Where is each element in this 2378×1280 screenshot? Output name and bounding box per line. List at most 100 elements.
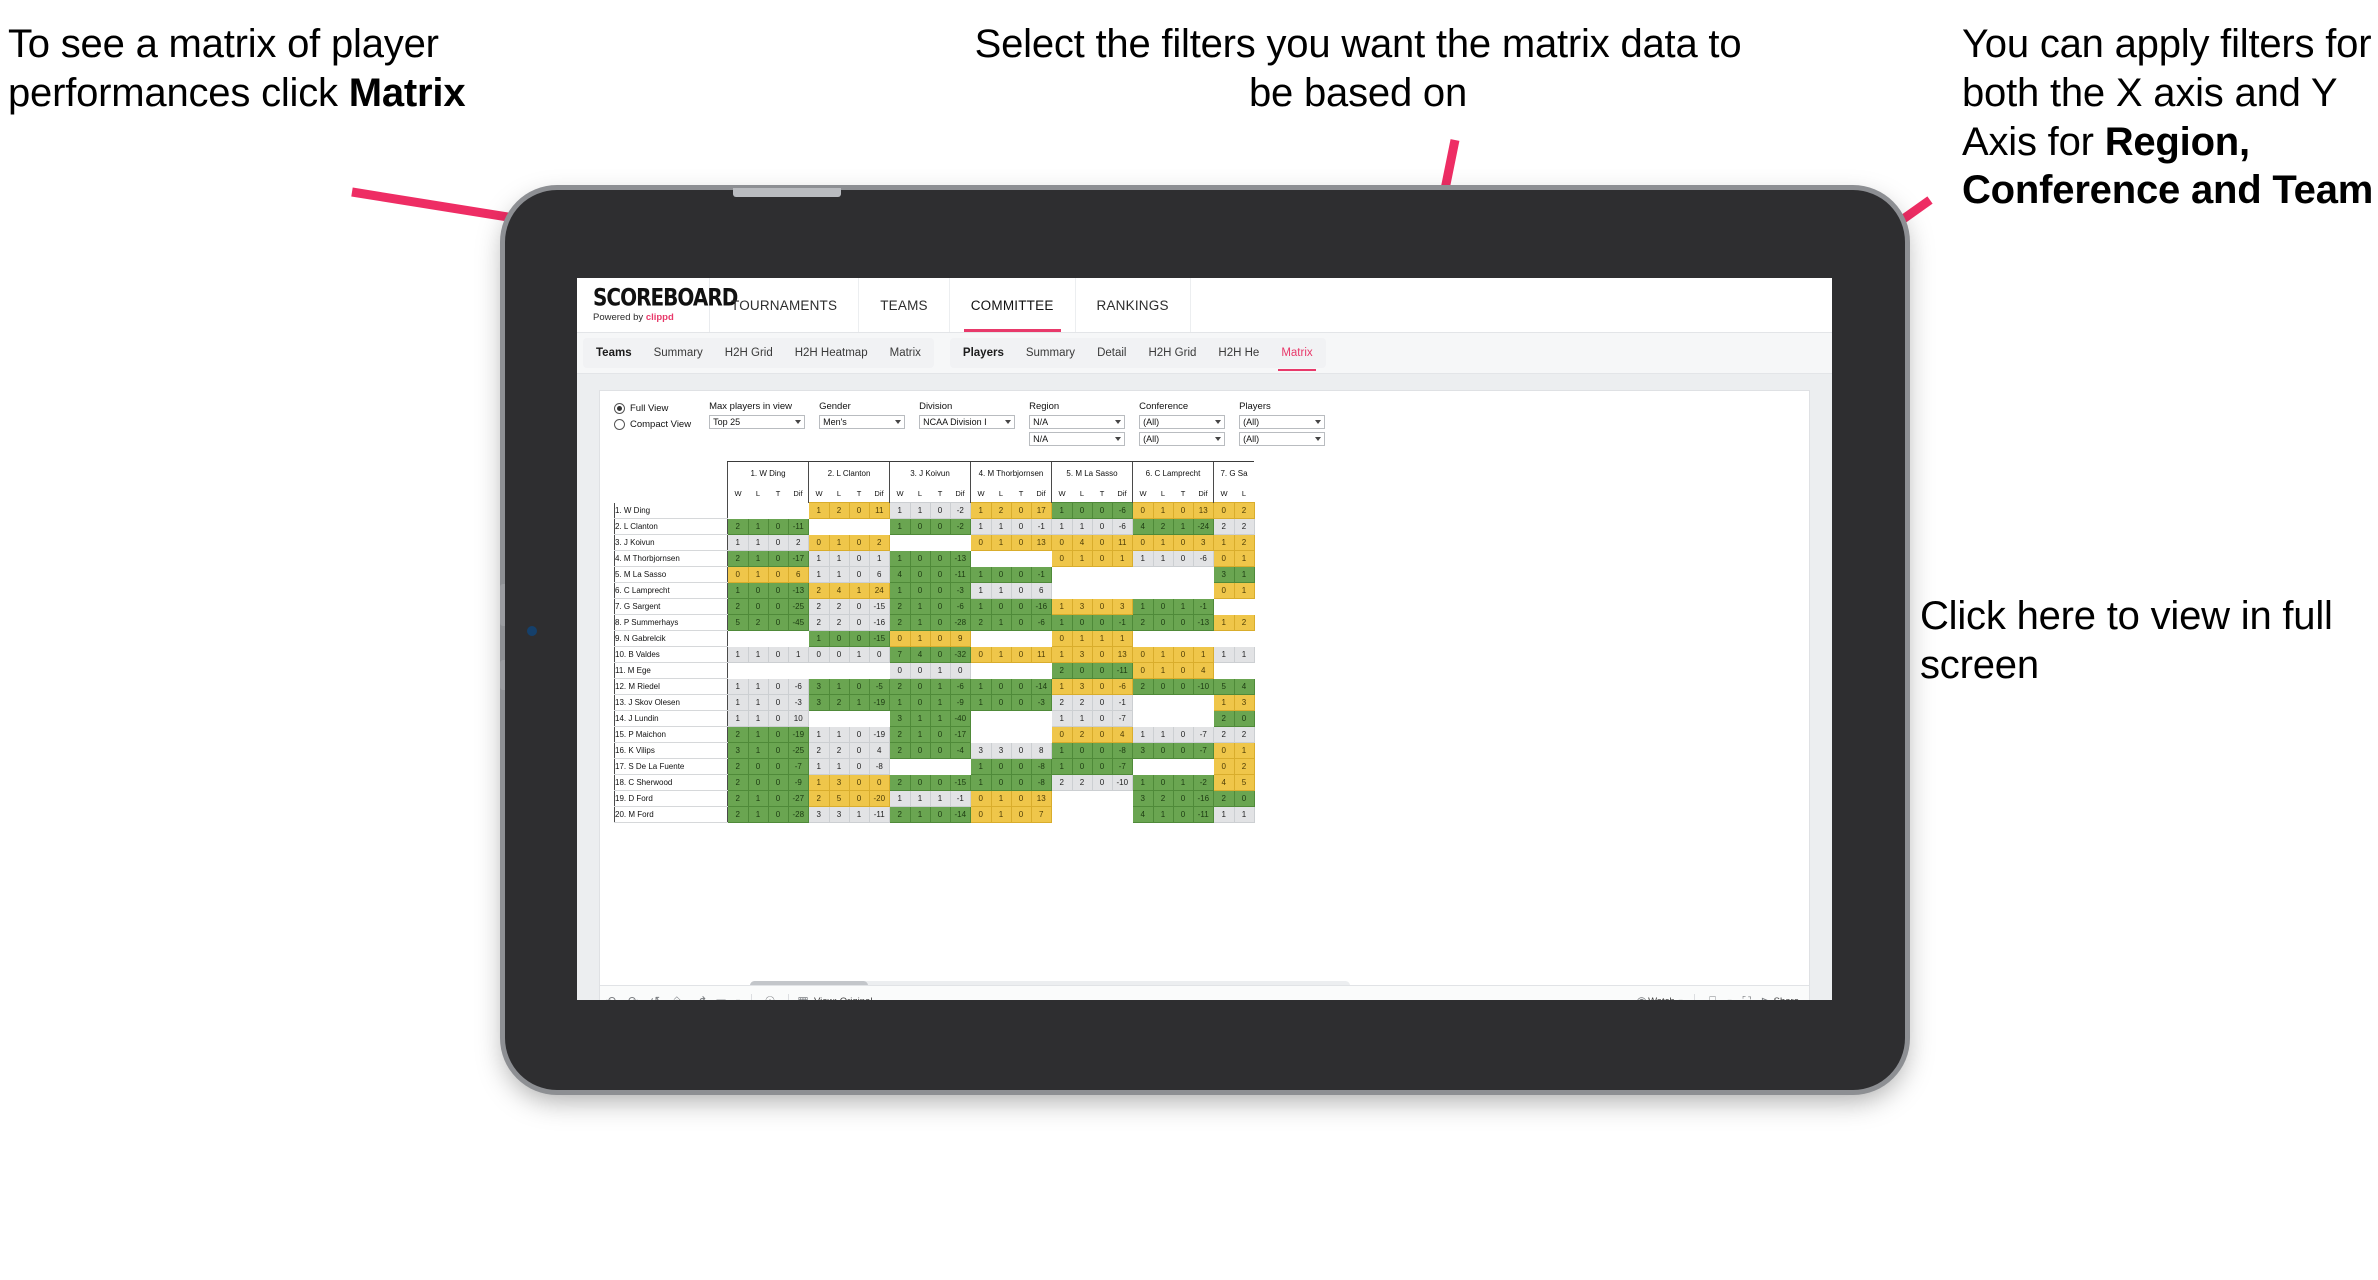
matrix-cell[interactable]: 1: [1152, 725, 1174, 743]
matrix-cell[interactable]: 0: [767, 693, 789, 711]
matrix-cell[interactable]: 0: [1010, 757, 1032, 775]
matrix-cell[interactable]: [990, 629, 1012, 647]
matrix-cell[interactable]: 0: [1091, 645, 1113, 663]
matrix-cell[interactable]: [787, 502, 809, 519]
matrix-cell[interactable]: 1: [868, 549, 890, 567]
matrix-cell[interactable]: 1: [889, 517, 911, 535]
matrix-cell[interactable]: 1: [1233, 549, 1255, 567]
matrix-cell[interactable]: [1091, 565, 1113, 583]
matrix-cell[interactable]: [808, 517, 830, 535]
matrix-cell[interactable]: 2: [727, 517, 749, 535]
matrix-cell[interactable]: [848, 517, 870, 535]
matrix-cell[interactable]: 1: [1132, 725, 1154, 743]
matrix-cell[interactable]: 0: [929, 502, 951, 519]
matrix-cell[interactable]: 1: [727, 677, 749, 695]
matrix-cell[interactable]: 1: [1132, 549, 1154, 567]
matrix-cell[interactable]: 2: [1071, 725, 1093, 743]
matrix-cell[interactable]: [1071, 581, 1093, 599]
matrix-cell[interactable]: 0: [970, 533, 992, 551]
matrix-cell[interactable]: -20: [868, 789, 890, 807]
matrix-cell[interactable]: [1132, 709, 1154, 727]
matrix-cell[interactable]: [1233, 661, 1255, 679]
matrix-cell[interactable]: 1: [828, 565, 850, 583]
matrix-cell[interactable]: [1111, 565, 1133, 583]
matrix-cell[interactable]: 0: [767, 789, 789, 807]
tab-teams-h2h-grid[interactable]: H2H Grid: [714, 338, 784, 368]
matrix-cell[interactable]: 0: [1091, 741, 1113, 759]
matrix-cell[interactable]: [1172, 565, 1194, 583]
matrix-cell[interactable]: -6: [1111, 517, 1133, 535]
matrix-cell[interactable]: 1: [828, 549, 850, 567]
matrix-cell[interactable]: [1233, 629, 1255, 647]
matrix-cell[interactable]: [889, 757, 911, 775]
matrix-cell[interactable]: -7: [1111, 757, 1133, 775]
matrix-cell[interactable]: [727, 629, 749, 647]
matrix-cell[interactable]: 1: [929, 709, 951, 727]
matrix-cell[interactable]: [1091, 805, 1113, 823]
matrix-cell[interactable]: 0: [848, 677, 870, 695]
matrix-cell[interactable]: 0: [990, 773, 1012, 791]
matrix-cell[interactable]: 2: [828, 597, 850, 615]
matrix-cell[interactable]: 1: [909, 789, 931, 807]
matrix-cell[interactable]: 1: [747, 565, 769, 583]
matrix-cell[interactable]: -1: [1192, 597, 1214, 615]
matrix-cell[interactable]: -6: [949, 677, 971, 695]
matrix-cell[interactable]: 0: [909, 581, 931, 599]
tab-teams-matrix[interactable]: Matrix: [879, 338, 932, 368]
matrix-cell[interactable]: 2: [727, 805, 749, 823]
matrix-cell[interactable]: 0: [1071, 613, 1093, 631]
matrix-cell[interactable]: [909, 533, 931, 551]
matrix-cell[interactable]: [787, 661, 809, 679]
matrix-cell[interactable]: -1: [949, 789, 971, 807]
matrix-cell[interactable]: 0: [808, 533, 830, 551]
matrix-cell[interactable]: [1192, 629, 1214, 647]
matrix-cell[interactable]: [1071, 565, 1093, 583]
matrix-cell[interactable]: -8: [1030, 773, 1052, 791]
matrix-cell[interactable]: -24: [1192, 517, 1214, 535]
matrix-cell[interactable]: 0: [1172, 613, 1194, 631]
matrix-cell[interactable]: 1: [747, 517, 769, 535]
matrix-cell[interactable]: 0: [767, 741, 789, 759]
matrix-cell[interactable]: 0: [1010, 693, 1032, 711]
matrix-cell[interactable]: 0: [990, 757, 1012, 775]
matrix-cell[interactable]: 0: [808, 645, 830, 663]
matrix-cell[interactable]: 0: [767, 517, 789, 535]
matrix-cell[interactable]: 1: [909, 725, 931, 743]
matrix-cell[interactable]: 1: [909, 597, 931, 615]
matrix-cell[interactable]: 0: [990, 597, 1012, 615]
matrix-cell[interactable]: 0: [990, 677, 1012, 695]
matrix-cell[interactable]: 1: [747, 709, 769, 727]
matrix-cell[interactable]: 2: [1233, 725, 1255, 743]
matrix-cell[interactable]: 0: [1051, 549, 1073, 567]
matrix-cell[interactable]: 2: [808, 581, 830, 599]
matrix-cell[interactable]: [747, 661, 769, 679]
matrix-cell[interactable]: 0: [990, 565, 1012, 583]
matrix-cell[interactable]: 0: [889, 661, 911, 679]
matrix-cell[interactable]: 0: [929, 549, 951, 567]
matrix-cell[interactable]: 0: [929, 597, 951, 615]
matrix-cell[interactable]: 4: [1111, 725, 1133, 743]
matrix-cell[interactable]: 0: [848, 613, 870, 631]
matrix-cell[interactable]: 0: [1091, 725, 1113, 743]
matrix-cell[interactable]: 0: [1071, 741, 1093, 759]
matrix-cell[interactable]: 0: [767, 597, 789, 615]
matrix-cell[interactable]: 2: [889, 597, 911, 615]
matrix-cell[interactable]: [1152, 581, 1174, 599]
matrix-cell[interactable]: 1: [1213, 645, 1235, 663]
matrix-cell[interactable]: -6: [1111, 502, 1133, 519]
matrix-cell[interactable]: -19: [787, 725, 809, 743]
matrix-cell[interactable]: 0: [1071, 661, 1093, 679]
matrix-cell[interactable]: [787, 629, 809, 647]
matrix-cell[interactable]: 0: [1233, 709, 1255, 727]
matrix-cell[interactable]: 2: [727, 549, 749, 567]
matrix-cell[interactable]: 1: [970, 597, 992, 615]
matrix-cell[interactable]: [868, 517, 890, 535]
matrix-cell[interactable]: -8: [1111, 741, 1133, 759]
matrix-cell[interactable]: 0: [1172, 741, 1194, 759]
matrix-cell[interactable]: 5: [1213, 677, 1235, 695]
matrix-cell[interactable]: -6: [949, 597, 971, 615]
matrix-cell[interactable]: 3: [970, 741, 992, 759]
matrix-cell[interactable]: 0: [1091, 502, 1113, 519]
matrix-cell[interactable]: -19: [868, 725, 890, 743]
tab-players-detail[interactable]: Detail: [1086, 338, 1137, 368]
